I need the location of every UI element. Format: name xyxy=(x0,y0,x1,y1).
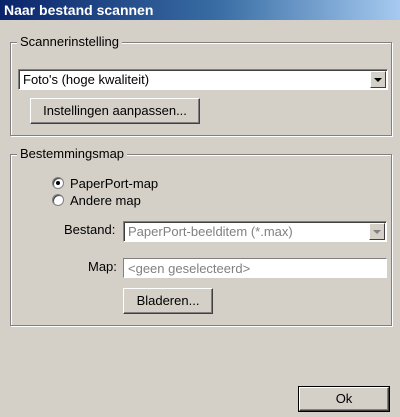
radio-paperport-label: PaperPort-map xyxy=(70,175,159,191)
radio-other-label: Andere map xyxy=(70,192,141,208)
window-title: Naar bestand scannen xyxy=(0,0,400,20)
ok-button[interactable]: Ok xyxy=(298,386,390,412)
dropdown-arrow-button[interactable] xyxy=(369,223,385,240)
radio-button-checked[interactable] xyxy=(52,177,64,189)
radio-paperport-folder[interactable]: PaperPort-map xyxy=(52,175,158,191)
folder-path-field[interactable]: <geen geselecteerd> xyxy=(123,258,387,278)
folder-path-value: <geen geselecteerd> xyxy=(128,261,251,276)
browse-button[interactable]: Bladeren... xyxy=(123,288,213,314)
radio-button-unchecked[interactable] xyxy=(52,194,64,206)
chevron-down-icon xyxy=(374,77,382,82)
scan-preset-value: Foto's (hoge kwaliteit) xyxy=(23,72,150,87)
file-type-value: PaperPort-beelditem (*.max) xyxy=(128,224,293,239)
radio-other-folder[interactable]: Andere map xyxy=(52,192,141,208)
adjust-settings-button[interactable]: Instellingen aanpassen... xyxy=(30,98,200,124)
destination-folder-legend: Bestemmingsmap xyxy=(17,146,128,162)
dropdown-arrow-button[interactable] xyxy=(370,71,386,88)
file-type-dropdown[interactable]: PaperPort-beelditem (*.max) xyxy=(123,221,387,242)
folder-label: Map: xyxy=(88,259,117,274)
scan-preset-dropdown[interactable]: Foto's (hoge kwaliteit) xyxy=(18,69,388,90)
scanner-settings-legend: Scannerinstelling xyxy=(17,34,123,50)
file-type-label: Bestand: xyxy=(64,222,116,237)
chevron-down-icon xyxy=(373,229,381,234)
